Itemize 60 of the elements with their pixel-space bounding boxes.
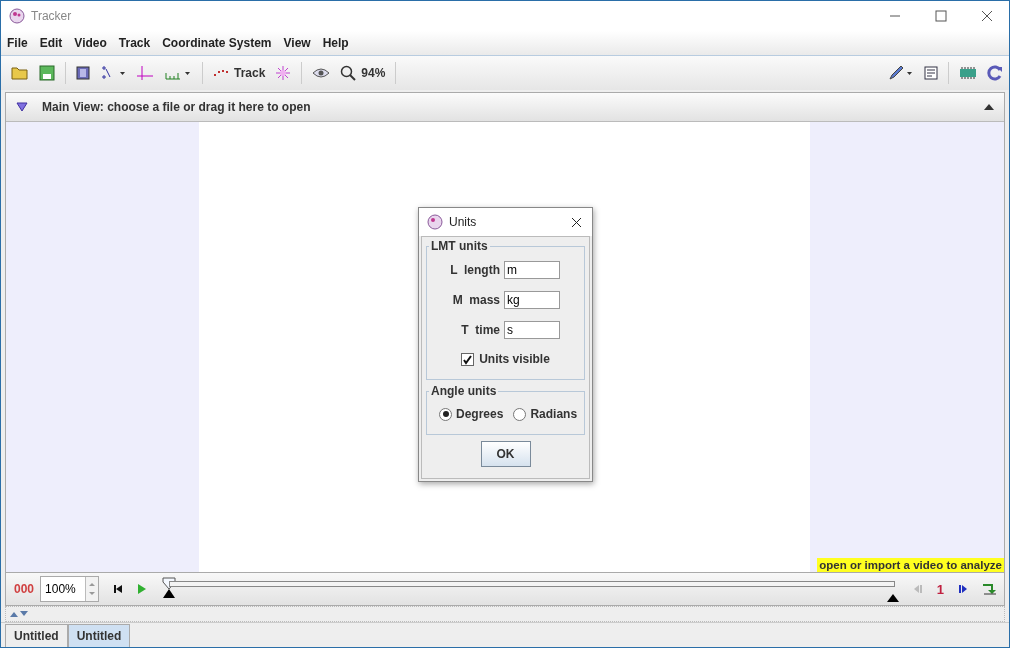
folder-icon[interactable]: [11, 65, 29, 81]
menu-item[interactable]: Coordinate System: [162, 36, 272, 50]
group-title: Angle units: [430, 384, 498, 398]
group-title: LMT units: [430, 239, 489, 253]
dialog-title: Units: [449, 215, 477, 229]
document-tab[interactable]: Untitled: [5, 624, 68, 647]
window-title: Tracker: [31, 9, 72, 23]
menu-item[interactable]: View: [283, 36, 311, 50]
menu-item[interactable]: Edit: [39, 36, 63, 50]
collapse-arrows-icon[interactable]: [9, 611, 29, 617]
loop-icon[interactable]: [982, 583, 996, 595]
memory-chip-icon[interactable]: [959, 66, 977, 80]
burst-icon[interactable]: [275, 65, 292, 81]
frame-counter: 000: [14, 582, 35, 596]
calibration-tool-icon[interactable]: [100, 65, 126, 81]
unit-field[interactable]: kg: [504, 291, 560, 309]
play-icon[interactable]: [137, 584, 148, 594]
menu-item[interactable]: Help: [322, 36, 349, 50]
menu-item[interactable]: Video: [74, 36, 107, 50]
rate-spinner[interactable]: 100%: [40, 576, 100, 602]
end-marker-icon[interactable]: [886, 594, 899, 602]
unit-field[interactable]: m: [504, 261, 560, 279]
radio-label: Radians: [530, 407, 578, 421]
radio-button[interactable]: [513, 407, 527, 421]
field-label: T time: [461, 323, 500, 337]
field-label: M mass: [452, 293, 500, 307]
refresh-icon[interactable]: [987, 65, 1003, 81]
axes-icon[interactable]: [136, 65, 154, 81]
skip-start-icon[interactable]: [113, 584, 124, 594]
close-icon[interactable]: [571, 216, 582, 228]
film-icon[interactable]: [76, 66, 90, 80]
ok-button[interactable]: OK: [480, 441, 531, 467]
field-label: L length: [450, 263, 500, 277]
radio-label: Degrees: [456, 407, 504, 421]
step-size[interactable]: 1: [936, 581, 944, 597]
magnifier-icon: [340, 65, 357, 81]
step-forward-icon[interactable]: [958, 584, 968, 594]
zoom-button[interactable]: 94%: [340, 65, 386, 81]
start-marker-icon[interactable]: [161, 577, 178, 599]
hint-label: open or import a video to analyze: [817, 558, 1004, 572]
main-view-title: Main View: choose a file or drag it here to open: [42, 100, 311, 114]
triangle-up-icon[interactable]: [984, 104, 994, 110]
app-logo-icon: [9, 8, 25, 24]
close-icon[interactable]: [981, 10, 993, 22]
pencil-icon[interactable]: [888, 65, 914, 81]
eye-icon[interactable]: [312, 67, 331, 79]
save-icon[interactable]: [39, 65, 55, 81]
checkbox-label: Units visible: [479, 352, 550, 366]
units-visible-checkbox[interactable]: [461, 352, 475, 366]
triangle-down-icon[interactable]: [16, 102, 28, 112]
track-button[interactable]: Track: [213, 66, 266, 80]
menu-item[interactable]: Track: [118, 36, 151, 50]
menu-item[interactable]: File: [7, 36, 28, 50]
points-icon: [213, 68, 229, 78]
app-logo-icon: [427, 214, 443, 230]
maximize-icon[interactable]: [935, 10, 947, 22]
unit-field[interactable]: s: [504, 321, 560, 339]
radio-button[interactable]: [439, 407, 452, 421]
notes-icon[interactable]: [924, 66, 938, 80]
document-tab[interactable]: Untitled: [67, 624, 131, 647]
